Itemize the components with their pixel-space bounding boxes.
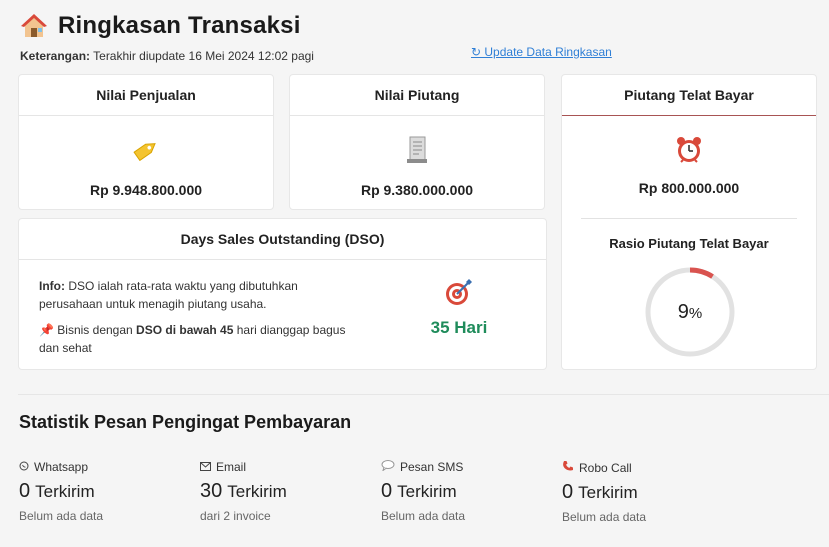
stat-label: Pesan SMS xyxy=(400,460,464,474)
stat-unit: Terkirim xyxy=(227,482,287,501)
stat-count: 0 xyxy=(562,481,574,503)
dso-info-label: Info: xyxy=(39,279,65,293)
stat-robocall: Robo Call 0 Terkirim Belum ada data xyxy=(562,460,732,525)
receipt-icon xyxy=(404,134,430,166)
sales-card: Nilai Penjualan Rp 9.948.800.000 xyxy=(18,74,274,210)
dso-note-bold: DSO di bawah 45 xyxy=(136,323,234,337)
alarm-clock-icon xyxy=(674,134,704,166)
speech-bubble-icon xyxy=(381,460,395,474)
stat-label: Whatsapp xyxy=(34,460,89,474)
dso-info-body: DSO ialah rata-rata waktu yang dibutuhka… xyxy=(39,279,298,311)
stat-whatsapp: Whatsapp 0 Terkirim Belum ada data xyxy=(19,460,189,523)
receivable-value: Rp 9.380.000.000 xyxy=(360,182,474,198)
stat-note: Belum ada data xyxy=(381,509,466,523)
gauge-unit: % xyxy=(688,304,703,322)
dso-definition: Info: DSO ialah rata-rata waktu yang dib… xyxy=(39,277,359,313)
dso-result: 35 Hari xyxy=(404,277,514,338)
stat-note: Belum ada data xyxy=(562,510,647,524)
stat-count: 0 xyxy=(19,480,31,502)
dso-note-pre: Bisnis dengan xyxy=(57,323,137,337)
price-tag-icon xyxy=(131,134,161,166)
overdue-card-title: Piutang Telat Bayar xyxy=(562,75,816,116)
target-icon xyxy=(444,277,474,312)
gauge-value: 9% xyxy=(644,266,736,358)
stat-note: Belum ada data xyxy=(19,509,104,523)
stat-label: Email xyxy=(216,460,247,474)
envelope-icon xyxy=(200,460,211,474)
gauge-number: 9 xyxy=(677,300,689,323)
card-divider xyxy=(581,218,797,219)
receivable-card-title: Nilai Piutang xyxy=(290,75,544,116)
stat-unit: Terkirim xyxy=(397,482,457,501)
overdue-ratio-gauge: 9% xyxy=(644,266,736,358)
note-label: Keterangan: xyxy=(20,49,91,63)
overdue-card: Piutang Telat Bayar Rp 800.000.000 Rasio… xyxy=(561,74,817,370)
sales-value: Rp 9.948.800.000 xyxy=(89,182,203,198)
stat-count: 0 xyxy=(381,480,393,502)
dso-card: Days Sales Outstanding (DSO) Info: DSO i… xyxy=(18,218,547,370)
stat-unit: Terkirim xyxy=(35,482,95,501)
dso-note: 📌 Bisnis dengan DSO di bawah 45 hari dia… xyxy=(39,321,359,357)
stat-count: 30 xyxy=(200,480,223,502)
last-update-note: Keterangan: Terakhir diupdate 16 Mei 202… xyxy=(20,49,314,63)
reminder-stats-title: Statistik Pesan Pengingat Pembayaran xyxy=(19,412,352,432)
phone-icon xyxy=(562,460,574,475)
dso-info-text: Info: DSO ialah rata-rata waktu yang dib… xyxy=(39,277,359,357)
dso-days-value: 35 Hari xyxy=(430,318,488,337)
sales-card-title: Nilai Penjualan xyxy=(19,75,273,116)
stat-email: Email 30 Terkirim dari 2 invoice xyxy=(200,460,370,523)
stat-unit: Terkirim xyxy=(578,483,638,502)
overdue-value: Rp 800.000.000 xyxy=(638,180,740,196)
note-text: Terakhir diupdate 16 Mei 2024 12:02 pagi xyxy=(93,49,314,63)
whatsapp-icon xyxy=(19,460,29,474)
pushpin-icon: 📌 xyxy=(39,323,54,337)
page-title: Ringkasan Transaksi xyxy=(58,12,301,39)
update-summary-link[interactable]: ↻ Update Data Ringkasan xyxy=(471,45,612,59)
stat-label: Robo Call xyxy=(579,460,632,475)
section-divider xyxy=(18,394,829,395)
overdue-ratio-title: Rasio Piutang Telat Bayar xyxy=(609,236,769,251)
stat-sms: Pesan SMS 0 Terkirim Belum ada data xyxy=(381,460,551,523)
house-icon xyxy=(20,12,48,40)
page-header: Ringkasan Transaksi xyxy=(20,12,301,40)
stat-note: dari 2 invoice xyxy=(200,509,271,523)
dso-card-title: Days Sales Outstanding (DSO) xyxy=(19,219,546,260)
receivable-card: Nilai Piutang Rp 9.380.000.000 xyxy=(289,74,545,210)
